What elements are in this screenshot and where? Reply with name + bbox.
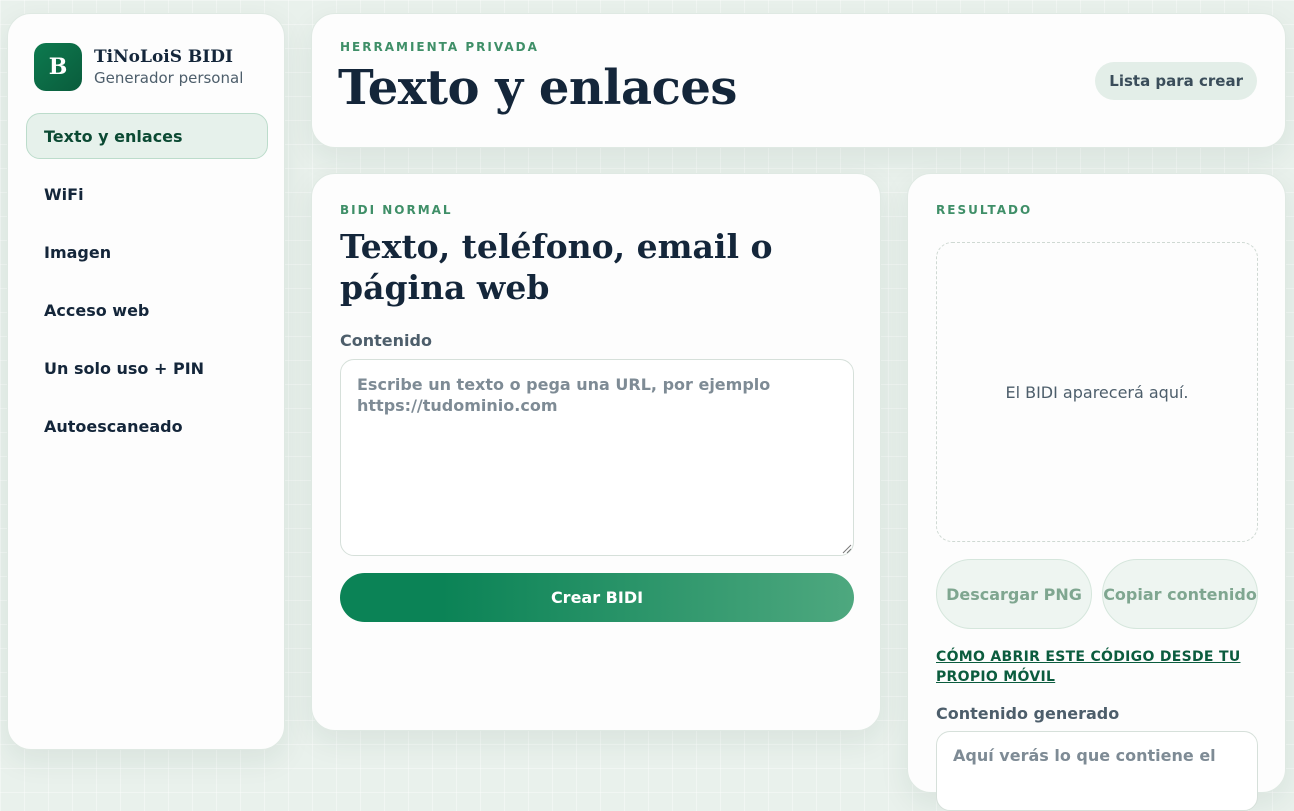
- generated-content-field[interactable]: Aquí verás lo que contiene el: [936, 731, 1258, 811]
- create-bidi-button[interactable]: Crear BIDI: [340, 573, 854, 622]
- form-title: Texto, teléfono, email o página web: [340, 227, 773, 307]
- download-png-button[interactable]: Descargar PNG: [936, 559, 1092, 629]
- sidebar-item-acceso-web[interactable]: Acceso web: [26, 287, 268, 333]
- sidebar-item-imagen[interactable]: Imagen: [26, 229, 268, 275]
- sidebar-item-texto-y-enlaces[interactable]: Texto y enlaces: [26, 113, 268, 159]
- page-title: Texto y enlaces: [338, 60, 737, 116]
- resize-grip-icon[interactable]: [842, 544, 852, 554]
- form-eyebrow: BIDI NORMAL: [340, 203, 453, 217]
- brand-text: TiNoLoiS BIDI Generador personal: [94, 46, 243, 88]
- brand-logo: B: [34, 43, 82, 91]
- generated-content-label: Contenido generado: [936, 704, 1120, 723]
- content-label: Contenido: [340, 331, 432, 350]
- result-eyebrow: RESULTADO: [936, 203, 1033, 217]
- content-textarea[interactable]: [340, 359, 854, 556]
- sidebar-item-wifi[interactable]: WiFi: [26, 171, 268, 217]
- bidi-preview: El BIDI aparecerá aquí.: [936, 242, 1258, 542]
- sidebar-nav: Texto y enlaces WiFi Imagen Acceso web U…: [26, 113, 268, 461]
- header-eyebrow: HERRAMIENTA PRIVADA: [340, 40, 539, 54]
- sidebar-item-autoescaneado[interactable]: Autoescaneado: [26, 403, 268, 449]
- result-card: RESULTADO El BIDI aparecerá aquí. Descar…: [907, 173, 1286, 811]
- help-link[interactable]: CÓMO ABRIR ESTE CÓDIGO DESDE TU PROPIO M…: [936, 647, 1246, 687]
- brand[interactable]: B TiNoLoiS BIDI Generador personal: [34, 43, 243, 91]
- preview-placeholder: El BIDI aparecerá aquí.: [1005, 382, 1189, 402]
- form-card: BIDI NORMAL Texto, teléfono, email o pág…: [311, 173, 881, 731]
- brand-name: TiNoLoiS BIDI: [94, 47, 233, 67]
- page-header: HERRAMIENTA PRIVADA Texto y enlaces List…: [311, 13, 1286, 148]
- status-badge: Lista para crear: [1095, 62, 1257, 100]
- brand-subtitle: Generador personal: [94, 69, 244, 87]
- sidebar-item-un-solo-uso-pin[interactable]: Un solo uso + PIN: [26, 345, 268, 391]
- copy-content-button[interactable]: Copiar contenido: [1102, 559, 1258, 629]
- sidebar: B TiNoLoiS BIDI Generador personal Texto…: [7, 13, 285, 750]
